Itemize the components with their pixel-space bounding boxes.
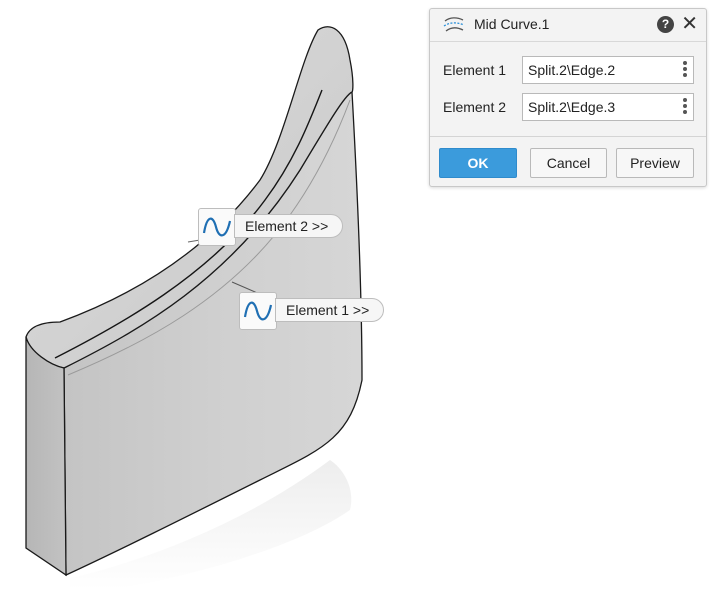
curve-icon	[239, 292, 277, 330]
dialog-separator	[430, 136, 706, 137]
dialog-title: Mid Curve.1	[474, 16, 550, 32]
element-2-row: Element 2 Split.2\Edge.3	[430, 93, 706, 123]
mid-curve-icon	[442, 16, 466, 34]
element-2-label: Element 2	[443, 99, 507, 115]
element-1-field[interactable]: Split.2\Edge.2	[522, 56, 694, 84]
element-1-tag-label: Element 1 >>	[275, 298, 385, 322]
element-1-row: Element 1 Split.2\Edge.2	[430, 56, 706, 86]
help-icon[interactable]: ?	[657, 16, 674, 33]
kebab-menu-icon[interactable]	[681, 60, 689, 80]
ok-button[interactable]: OK	[439, 148, 517, 178]
element-1-value: Split.2\Edge.2	[528, 62, 616, 78]
dialog-title-bar[interactable]: Mid Curve.1 ? ✕	[430, 9, 706, 42]
preview-button[interactable]: Preview	[616, 148, 694, 178]
element-2-tag-label: Element 2 >>	[234, 214, 344, 238]
cancel-button[interactable]: Cancel	[530, 148, 607, 178]
element-1-label: Element 1	[443, 62, 507, 78]
close-icon[interactable]: ✕	[681, 12, 698, 36]
solid-side-face	[25, 336, 67, 577]
mid-curve-dialog: Mid Curve.1 ? ✕ Element 1 Split.2\Edge.2…	[429, 8, 707, 187]
element-2-value: Split.2\Edge.3	[528, 99, 616, 115]
curve-icon	[198, 208, 236, 246]
kebab-menu-icon[interactable]	[681, 97, 689, 117]
element-2-field[interactable]: Split.2\Edge.3	[522, 93, 694, 121]
